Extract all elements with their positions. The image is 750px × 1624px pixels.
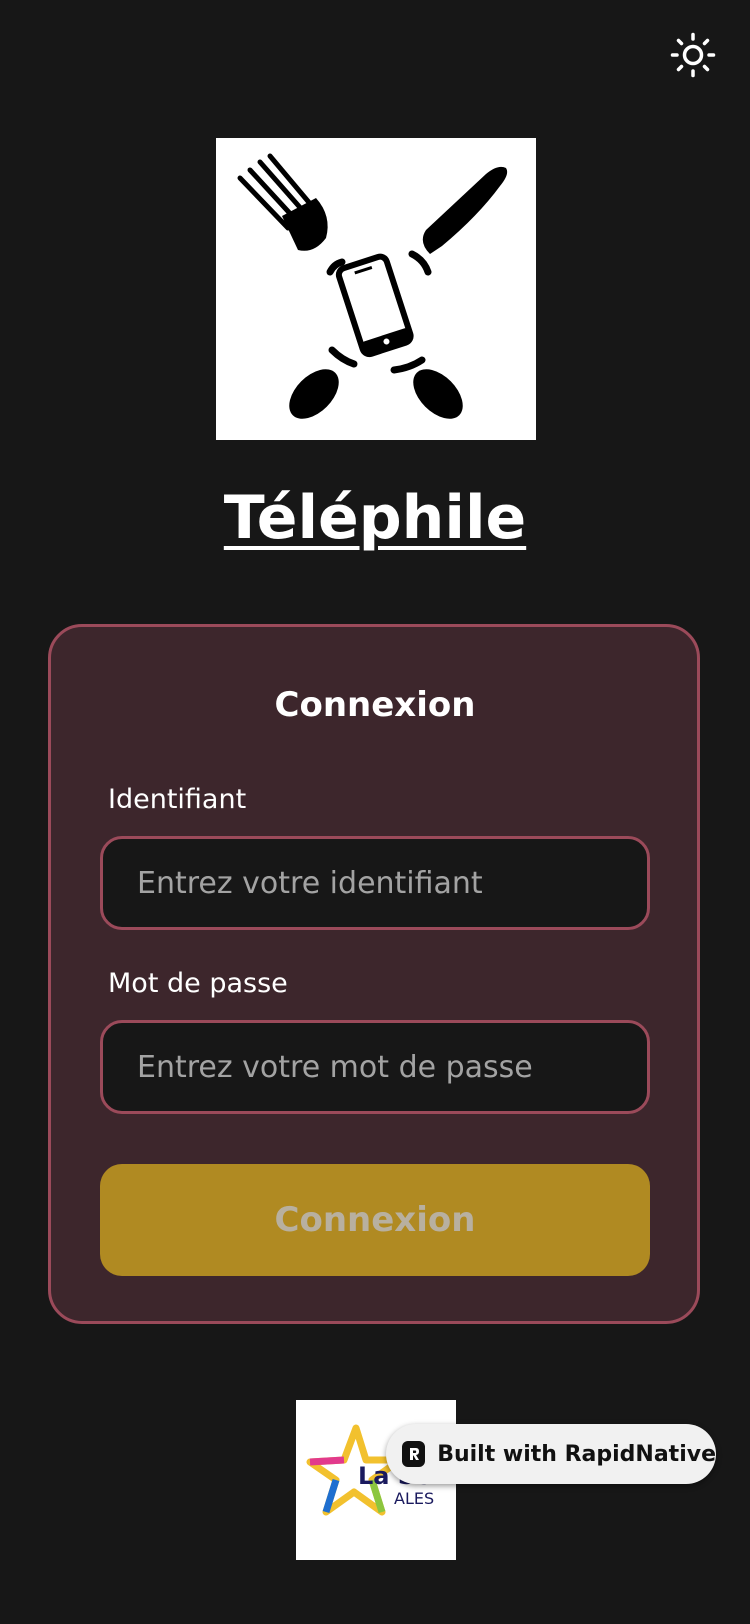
- username-field-frame: [100, 836, 650, 930]
- svg-text:ALES: ALES: [394, 1489, 434, 1508]
- rapidnative-icon: [402, 1441, 426, 1467]
- login-card-title: Connexion: [274, 685, 476, 725]
- built-with-label: Built with RapidNative: [437, 1441, 716, 1467]
- password-label: Mot de passe: [108, 968, 288, 999]
- app-logo: [216, 138, 536, 440]
- password-input[interactable]: [103, 1023, 647, 1111]
- username-input[interactable]: [103, 839, 647, 927]
- app-title: Téléphile: [223, 483, 527, 553]
- login-button[interactable]: Connexion: [100, 1164, 650, 1276]
- built-with-badge[interactable]: Built with RapidNative: [386, 1424, 716, 1484]
- sun-icon: [670, 32, 716, 78]
- password-field-frame: [100, 1020, 650, 1114]
- theme-toggle-button[interactable]: [668, 30, 718, 80]
- username-label: Identifiant: [108, 784, 247, 815]
- fork-knife-phone-logo: [237, 153, 508, 419]
